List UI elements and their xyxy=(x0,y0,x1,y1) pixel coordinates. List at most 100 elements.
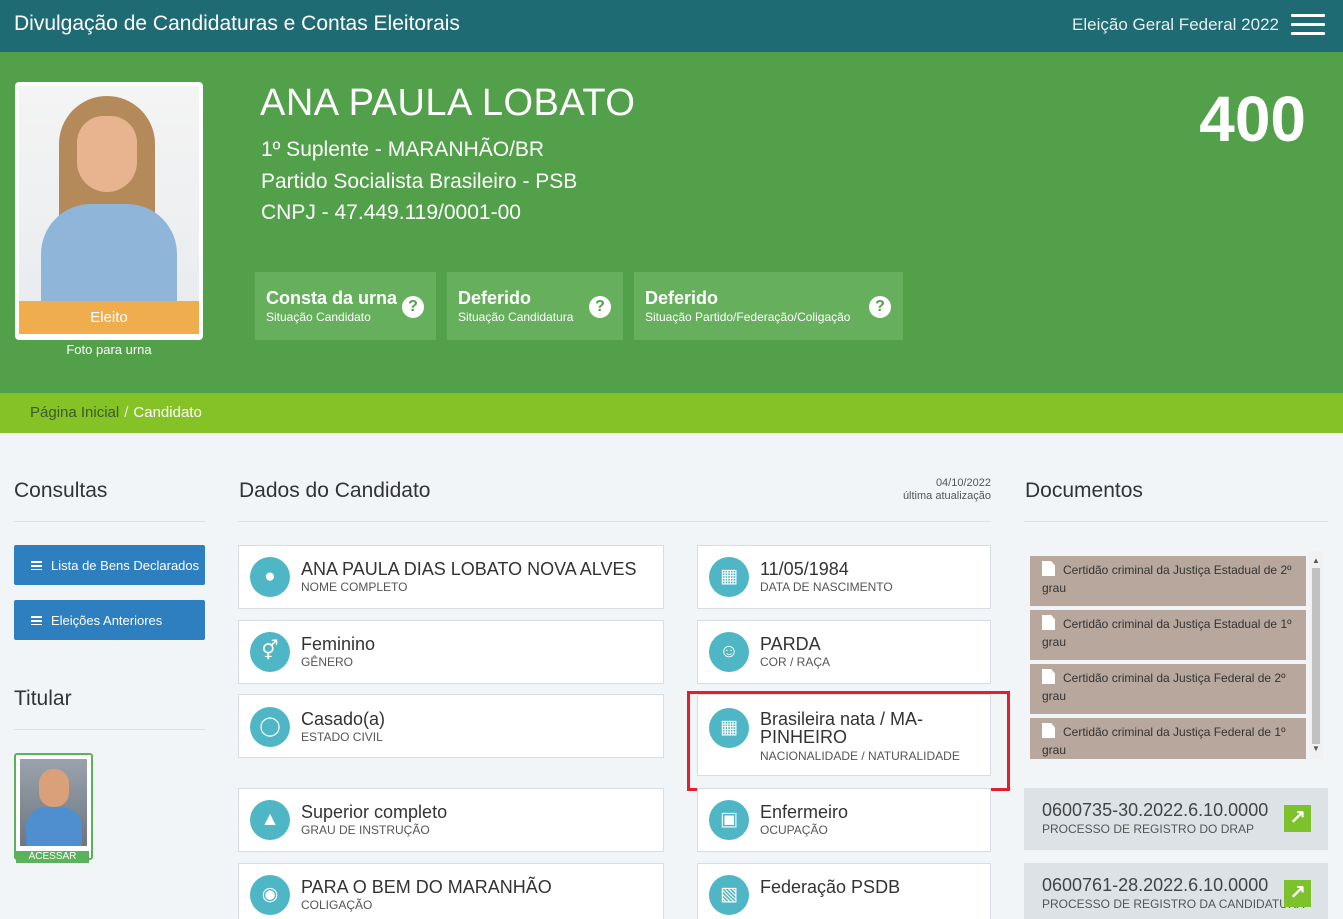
highlight-box xyxy=(687,691,1010,791)
lista-bens-button[interactable]: Lista de Bens Declarados xyxy=(14,545,205,585)
documents-scrollbar[interactable]: ▲ ▼ xyxy=(1309,551,1323,759)
status-title: Deferido xyxy=(645,288,719,308)
field-value: Feminino xyxy=(301,634,376,654)
breadcrumb-home-link[interactable]: Página Inicial xyxy=(30,404,119,421)
scrollbar-thumb[interactable] xyxy=(1312,568,1320,744)
consultas-title: Consultas xyxy=(14,479,108,502)
group-icon: ◉ xyxy=(250,875,290,915)
gender-icon: ⚥ xyxy=(250,632,290,672)
field-value: Superior completo xyxy=(301,802,448,822)
divider xyxy=(14,521,205,522)
document-item[interactable]: Certidão criminal da Justiça Estadual de… xyxy=(1030,610,1306,660)
field-label: NOME COMPLETO xyxy=(301,580,408,594)
field-genero: ⚥ Feminino GÊNERO xyxy=(238,620,664,684)
candidate-photo xyxy=(19,86,199,304)
document-icon xyxy=(1042,561,1055,576)
status-partido: Deferido Situação Partido/Federação/Coli… xyxy=(634,272,903,340)
breadcrumb-current: Candidato xyxy=(133,404,202,421)
document-icon xyxy=(1042,723,1055,738)
breadcrumb: Página Inicial / Candidato xyxy=(0,393,1343,433)
field-grau-instrucao: ▲ Superior completo GRAU DE INSTRUÇÃO xyxy=(238,788,664,852)
field-label: DATA DE NASCIMENTO xyxy=(760,580,893,594)
field-value: 11/05/1984 xyxy=(760,559,849,579)
photo-caption: Foto para urna xyxy=(66,342,152,357)
status-candidate: Consta da urna Situação Candidato ? xyxy=(255,272,436,340)
field-coligacao: ◉ PARA O BEM DO MARANHÃO COLIGAÇÃO xyxy=(238,863,664,919)
help-icon[interactable]: ? xyxy=(402,296,424,318)
document-label: Certidão criminal da Justiça Estadual de… xyxy=(1042,563,1292,595)
titular-title: Titular xyxy=(14,687,72,710)
field-value: Casado(a) xyxy=(301,709,386,729)
button-label: Eleições Anteriores xyxy=(51,613,163,628)
document-icon xyxy=(1042,669,1055,684)
document-label: Certidão criminal da Justiça Estadual de… xyxy=(1042,617,1292,649)
external-link-icon[interactable]: ↗ xyxy=(1284,880,1311,907)
graduation-cap-icon: ▲ xyxy=(250,800,290,840)
document-item[interactable]: Certidão criminal da Justiça Federal de … xyxy=(1030,718,1306,759)
scroll-up-icon[interactable]: ▲ xyxy=(1312,556,1320,565)
document-item[interactable]: Certidão criminal da Justiça Federal de … xyxy=(1030,664,1306,714)
person-icon: ☺ xyxy=(709,632,749,672)
acessar-button[interactable]: ACESSAR xyxy=(16,851,89,863)
field-label: ESTADO CIVIL xyxy=(301,730,383,744)
update-label: última atualização xyxy=(902,490,991,502)
documents-list[interactable]: Certidão criminal da Justiça Estadual de… xyxy=(1025,551,1325,759)
document-item[interactable]: Certidão criminal da Justiça Estadual de… xyxy=(1030,556,1306,606)
field-value: Federação PSDB xyxy=(760,877,901,897)
list-icon xyxy=(31,616,42,625)
divider xyxy=(14,729,205,730)
candidate-photo-card: Eleito xyxy=(15,82,203,340)
folder-icon: ▧ xyxy=(709,875,749,915)
top-bar: Divulgação de Candidaturas e Contas Elei… xyxy=(0,0,1343,52)
user-icon: ● xyxy=(250,557,290,597)
candidate-position: 1º Suplente - MARANHÃO/BR xyxy=(261,138,545,161)
document-label: Certidão criminal da Justiça Federal de … xyxy=(1042,725,1286,757)
app-title: Divulgação de Candidaturas e Contas Elei… xyxy=(14,12,460,35)
breadcrumb-separator: / xyxy=(124,404,129,421)
eleicoes-anteriores-button[interactable]: Eleições Anteriores xyxy=(14,600,205,640)
candidate-cnpj: CNPJ - 47.449.119/0001-00 xyxy=(261,201,521,224)
institution-icon: ▣ xyxy=(709,800,749,840)
field-federacao: ▧ Federação PSDB xyxy=(697,863,991,919)
document-label: Certidão criminal da Justiça Federal de … xyxy=(1042,671,1286,703)
field-value: PARA O BEM DO MARANHÃO xyxy=(301,877,552,897)
election-label: Eleição Geral Federal 2022 xyxy=(1072,15,1279,34)
help-icon[interactable]: ? xyxy=(869,296,891,318)
help-icon[interactable]: ? xyxy=(589,296,611,318)
divider xyxy=(238,521,991,522)
candidate-party: Partido Socialista Brasileiro - PSB xyxy=(261,170,578,193)
hamburger-menu-icon[interactable] xyxy=(1291,14,1325,36)
field-value: PARDA xyxy=(760,634,821,654)
processo-drap[interactable]: 0600735-30.2022.6.10.0000 PROCESSO DE RE… xyxy=(1024,788,1328,850)
field-data-nascimento: ▦ 11/05/1984 DATA DE NASCIMENTO xyxy=(697,545,991,609)
divider xyxy=(1024,521,1328,522)
field-ocupacao: ▣ Enfermeiro OCUPAÇÃO xyxy=(697,788,991,852)
field-estado-civil: ◯ Casado(a) ESTADO CIVIL xyxy=(238,694,664,758)
dados-title: Dados do Candidato xyxy=(239,479,431,502)
field-value: ANA PAULA DIAS LOBATO NOVA ALVES xyxy=(301,559,637,579)
elected-badge: Eleito xyxy=(19,301,199,334)
scroll-down-icon[interactable]: ▼ xyxy=(1312,744,1320,753)
titular-photo xyxy=(20,759,87,846)
ring-icon: ◯ xyxy=(250,707,290,747)
status-subtitle: Situação Partido/Federação/Coligação xyxy=(645,310,851,324)
field-label: COLIGAÇÃO xyxy=(301,898,373,912)
status-candidatura: Deferido Situação Candidatura ? xyxy=(447,272,623,340)
documentos-title: Documentos xyxy=(1025,479,1143,502)
field-nome-completo: ● ANA PAULA DIAS LOBATO NOVA ALVES NOME … xyxy=(238,545,664,609)
candidate-number: 400 xyxy=(1199,83,1306,155)
titular-photo-card[interactable] xyxy=(14,753,93,860)
list-icon xyxy=(31,561,42,570)
calendar-icon: ▦ xyxy=(709,557,749,597)
processo-candidatura[interactable]: 0600761-28.2022.6.10.0000 PROCESSO DE RE… xyxy=(1024,863,1328,919)
field-label: GRAU DE INSTRUÇÃO xyxy=(301,823,430,837)
field-label: OCUPAÇÃO xyxy=(760,823,828,837)
document-icon xyxy=(1042,615,1055,630)
button-label: Lista de Bens Declarados xyxy=(51,558,200,573)
last-update: 04/10/2022 última atualização xyxy=(903,477,991,503)
external-link-icon[interactable]: ↗ xyxy=(1284,805,1311,832)
field-label: GÊNERO xyxy=(301,655,354,669)
field-label: COR / RAÇA xyxy=(760,655,831,669)
update-date: 04/10/2022 xyxy=(935,477,991,489)
candidate-name: ANA PAULA LOBATO xyxy=(260,82,636,124)
